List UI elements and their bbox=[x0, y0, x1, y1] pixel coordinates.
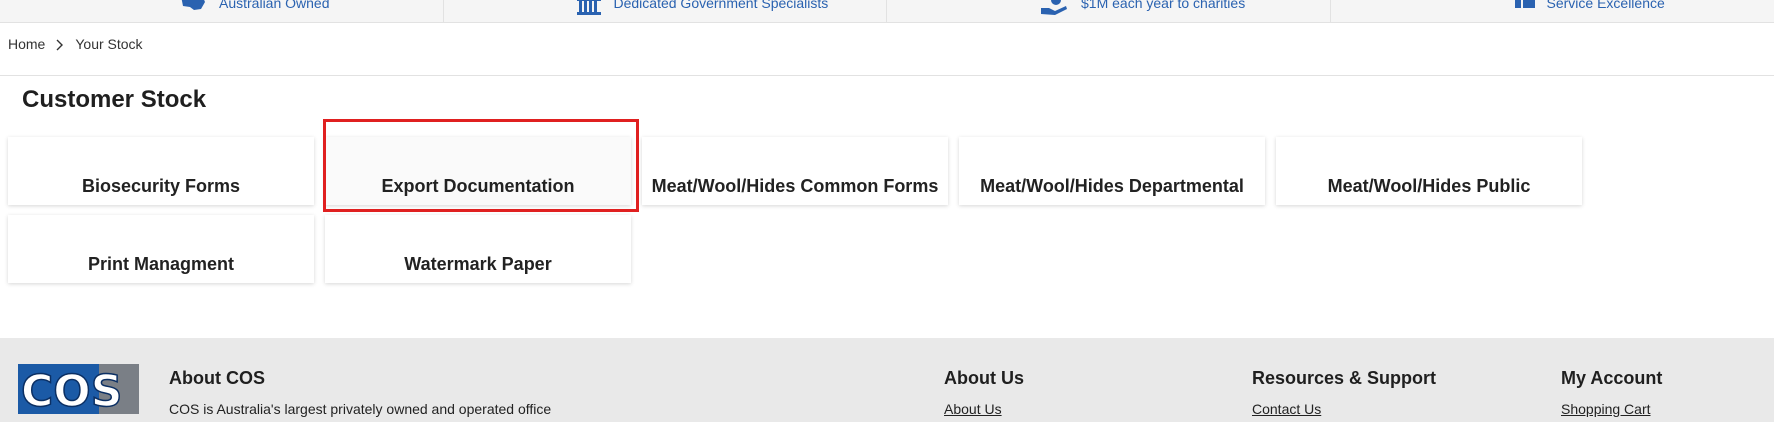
tile-print-managment[interactable]: Print Managment bbox=[8, 215, 314, 283]
footer-col-title-resources: Resources & Support bbox=[1252, 368, 1437, 388]
benefit-label: Australian Owned bbox=[219, 0, 330, 11]
footer: COS About COS COS is Australia's largest… bbox=[0, 338, 1774, 422]
footer-link-about-us[interactable]: About Us bbox=[944, 401, 1002, 417]
benefit-label: $1M each year to charities bbox=[1081, 0, 1246, 11]
benefit-government-specialists: Dedicated Government Specialists bbox=[444, 0, 887, 22]
tile-label: Meat/Wool/Hides Common Forms bbox=[651, 176, 939, 196]
tile-meat-wool-hides-common-forms[interactable]: Meat/Wool/Hides Common Forms bbox=[642, 137, 948, 205]
footer-about-text: COS is Australia's largest privately own… bbox=[169, 401, 552, 417]
breadcrumb-home[interactable]: Home bbox=[8, 36, 45, 52]
footer-link-contact-us[interactable]: Contact Us bbox=[1252, 401, 1321, 417]
breadcrumb-current: Your Stock bbox=[75, 36, 143, 52]
tile-label: Print Managment bbox=[87, 254, 234, 274]
tile-label: Watermark Paper bbox=[404, 254, 552, 274]
tile-label: Meat/Wool/Hides Departmental bbox=[980, 176, 1244, 196]
chevron-right-icon bbox=[55, 38, 65, 51]
tile-label: Biosecurity Forms bbox=[81, 176, 241, 196]
service-icon bbox=[1511, 0, 1541, 16]
footer-about-title: About COS bbox=[169, 368, 265, 388]
tile-label: Export Documentation bbox=[381, 176, 575, 196]
footer-col-title-my-account: My Account bbox=[1561, 368, 1663, 388]
benefit-australian-owned: Australian Owned bbox=[0, 0, 444, 22]
footer-col-title-about-us: About Us bbox=[944, 368, 1024, 388]
benefits-bar: Australian Owned Dedicated Government Sp… bbox=[0, 0, 1774, 23]
benefit-charities: $1M each year to charities bbox=[887, 0, 1331, 22]
page-title: Customer Stock bbox=[22, 86, 207, 113]
tile-meat-wool-hides-public[interactable]: Meat/Wool/Hides Public bbox=[1276, 137, 1582, 205]
tile-label: Meat/Wool/Hides Public bbox=[1327, 176, 1531, 196]
divider bbox=[0, 75, 1774, 76]
charity-hand-icon bbox=[1039, 0, 1069, 16]
logo-text: COS bbox=[21, 366, 122, 414]
government-building-icon bbox=[574, 0, 604, 16]
tile-export-documentation[interactable]: Export Documentation bbox=[325, 137, 631, 205]
breadcrumb: Home Your Stock bbox=[8, 36, 143, 52]
footer-link-shopping-cart[interactable]: Shopping Cart bbox=[1561, 401, 1651, 417]
tile-meat-wool-hides-departmental[interactable]: Meat/Wool/Hides Departmental bbox=[959, 137, 1265, 205]
tile-biosecurity-forms[interactable]: Biosecurity Forms bbox=[8, 137, 314, 205]
benefit-label: Dedicated Government Specialists bbox=[613, 0, 829, 11]
australia-map-icon bbox=[178, 0, 208, 16]
cos-logo: COS bbox=[18, 364, 139, 414]
tile-watermark-paper[interactable]: Watermark Paper bbox=[325, 215, 631, 283]
benefit-label: Service Excellence bbox=[1546, 0, 1665, 11]
benefit-service-excellence: Service Excellence bbox=[1331, 0, 1774, 22]
